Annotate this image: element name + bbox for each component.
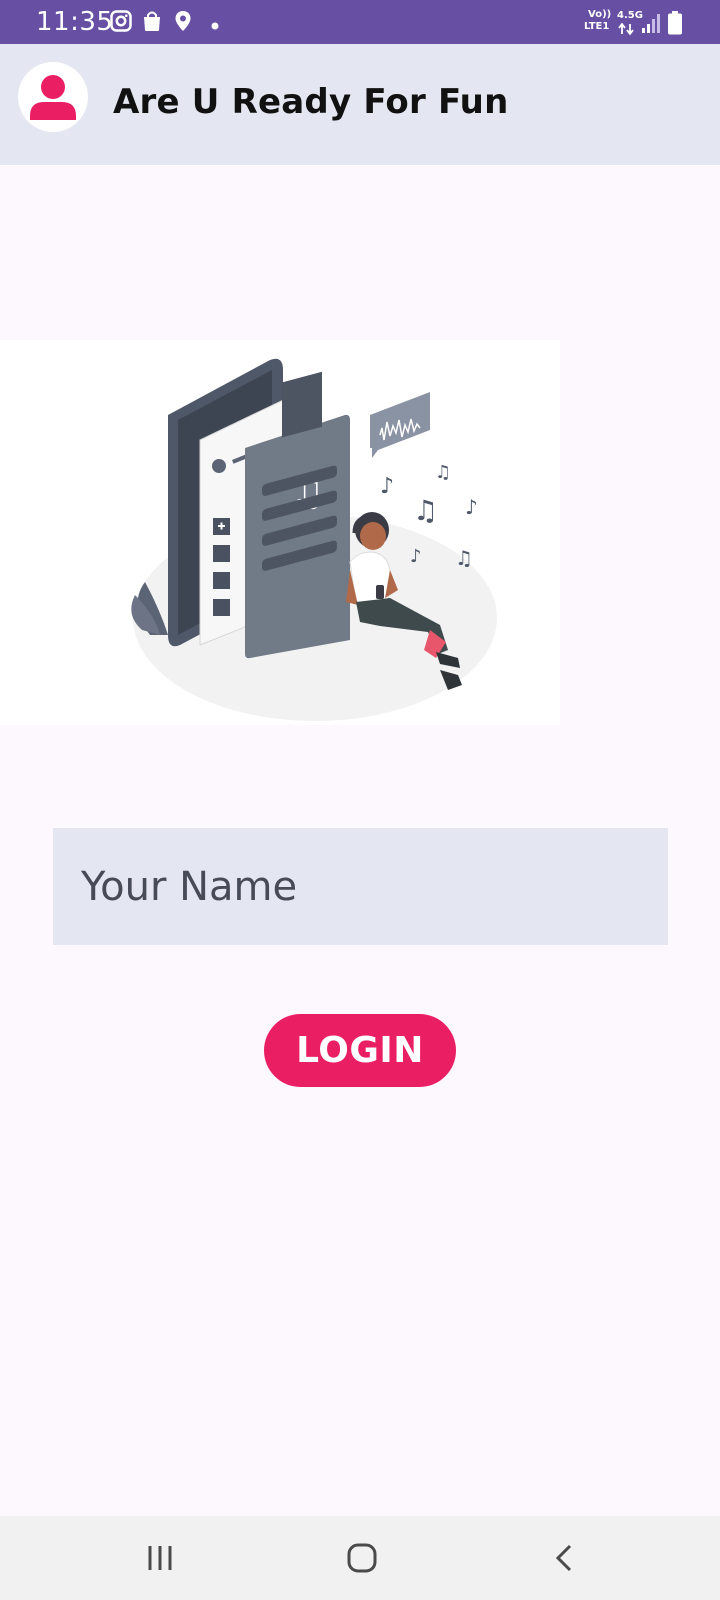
location-pin-icon	[174, 10, 192, 37]
svg-text:♪: ♪	[410, 546, 422, 567]
svg-text:♫: ♫	[455, 546, 473, 570]
svg-text:♫: ♫	[435, 462, 451, 483]
instagram-icon	[110, 10, 132, 37]
login-button[interactable]: LOGIN	[264, 1014, 456, 1087]
data-arrows-icon	[618, 22, 634, 40]
app-bar: Are U Ready For Fun	[0, 44, 720, 165]
volte-label: Vo))	[588, 9, 612, 20]
system-nav-bar	[0, 1516, 720, 1600]
avatar[interactable]	[18, 62, 88, 132]
network-speed-label: 4.5G	[617, 10, 643, 21]
dot-icon	[211, 17, 219, 35]
signal-icon	[641, 12, 663, 39]
name-input[interactable]	[53, 828, 668, 945]
app-title: Are U Ready For Fun	[113, 82, 509, 122]
shopping-bag-icon	[141, 10, 163, 37]
svg-text:♪: ♪	[380, 474, 394, 499]
person-icon	[18, 62, 88, 137]
recent-apps-icon[interactable]	[140, 1538, 180, 1578]
status-bar: 11:35 Vo)) LTE1 4.5G	[0, 0, 720, 44]
music-app-illustration: ♫ ♪ ♫ ♫ ♪ ♪ ♫	[0, 340, 560, 725]
svg-text:♫: ♫	[413, 494, 438, 527]
home-icon[interactable]	[342, 1538, 382, 1578]
back-icon[interactable]	[546, 1538, 586, 1578]
battery-icon	[668, 11, 682, 40]
status-time: 11:35	[36, 7, 114, 37]
svg-text:♪: ♪	[465, 495, 478, 519]
lte-label: LTE1	[584, 21, 610, 32]
